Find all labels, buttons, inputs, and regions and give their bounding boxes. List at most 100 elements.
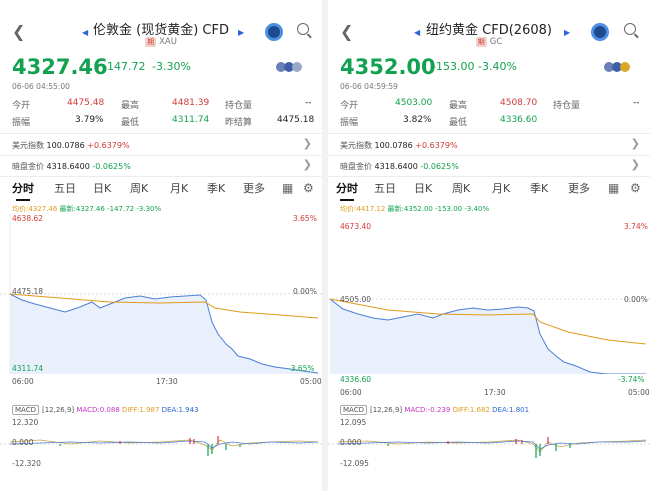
pct-bot-label: -3.74% — [618, 375, 645, 384]
tab-quarterly[interactable]: 季K — [207, 180, 225, 196]
oi-label: 持仓量 — [225, 101, 253, 111]
pct-mid-label: 0.00% — [624, 295, 648, 304]
tab-monthly[interactable]: 月K — [492, 180, 510, 196]
price-change: -147.72 — [103, 60, 146, 73]
open-value: 4503.00 — [395, 98, 433, 108]
last-price: 4352.00 — [340, 55, 436, 79]
price-change-pct: -3.40% — [478, 60, 517, 73]
quote-time: 06-06 04:55:00 — [12, 82, 70, 91]
dark-gold-row[interactable]: 暗盘金价 4318.6400 -0.0625% — [340, 161, 459, 172]
macd-legend[interactable]: MACD [12,26,9] MACD:-0.239 DIFF:1.682 DEA… — [340, 405, 529, 415]
x-mid-label: 17:30 — [484, 388, 506, 397]
macd-top-label: 12.320 — [12, 418, 39, 427]
tab-5day[interactable]: 五日 — [374, 180, 396, 196]
open-label: 今开 — [340, 101, 359, 111]
x-start-label: 06:00 — [12, 377, 34, 386]
avg-latest-line: 均价:4417.12 最新:4352.00 -153.00 -3.40% — [340, 205, 490, 213]
period-tabs: 分时 五日 日K 周K 月K 季K 更多 ▦ ⚙ — [0, 180, 322, 201]
avg-latest-line: 均价:4327.46 最新:4327.46 -147.72 -3.30% — [12, 205, 162, 213]
y-top-label: 4673.40 — [340, 222, 372, 231]
usd-index-row[interactable]: 美元指数 100.0786 +0.6379% — [340, 140, 458, 151]
left-quote-panel: ❮ ◀ 伦敦金 (现货黄金) CFD 期 XAU ▶ 4327.46 -147.7… — [0, 0, 322, 491]
oi-value: -- — [305, 98, 312, 108]
chevron-right-icon[interactable]: ❯ — [631, 137, 640, 150]
price-change-pct: -3.30% — [152, 60, 191, 73]
y-top-label: 4638.62 — [12, 214, 44, 223]
search-icon[interactable] — [624, 23, 636, 35]
next-icon[interactable]: ▶ — [238, 28, 244, 37]
search-icon[interactable] — [297, 23, 309, 35]
avatar-group-icon[interactable] — [276, 62, 306, 72]
macd-chart — [0, 436, 322, 456]
settings-icon[interactable]: ⚙ — [630, 181, 641, 195]
low-value: 4336.60 — [500, 115, 538, 125]
open-value: 4475.48 — [67, 98, 105, 108]
low-value: 4311.74 — [172, 115, 210, 125]
x-end-label: 05:00 — [300, 377, 322, 386]
low-label: 最低 — [121, 118, 140, 128]
x-mid-label: 17:30 — [156, 377, 178, 386]
futures-tag: 期 — [475, 37, 487, 47]
tab-daily[interactable]: 日K — [414, 180, 432, 196]
grid-icon[interactable]: ▦ — [608, 181, 619, 195]
last-price: 4327.46 — [12, 55, 108, 79]
macd-legend[interactable]: MACD [12,26,9] MACD:0.088 DIFF:1.987 DEA:… — [12, 405, 199, 415]
pct-bot-label: -3.65% — [288, 364, 315, 373]
grid-icon[interactable]: ▦ — [282, 181, 293, 195]
header: ❮ ◀ 伦敦金 (现货黄金) CFD 期 XAU ▶ — [0, 0, 322, 54]
open-label: 今开 — [12, 101, 31, 111]
high-label: 最高 — [449, 101, 468, 111]
dark-gold-row[interactable]: 暗盘金价 4318.6400 -0.0625% — [12, 161, 131, 172]
period-tabs: 分时 五日 日K 周K 月K 季K 更多 ▦ ⚙ — [328, 180, 650, 201]
y-bot-label: 4311.74 — [12, 364, 44, 373]
chevron-right-icon[interactable]: ❯ — [303, 137, 312, 150]
chevron-right-icon[interactable]: ❯ — [631, 158, 640, 171]
tab-quarterly[interactable]: 季K — [530, 180, 548, 196]
macd-chart — [328, 437, 650, 458]
tab-intraday[interactable]: 分时 — [12, 180, 34, 201]
tab-daily[interactable]: 日K — [93, 180, 111, 196]
prev-settle-value: 4475.18 — [277, 115, 315, 125]
chevron-right-icon[interactable]: ❯ — [303, 158, 312, 171]
oi-label: 持仓量 — [553, 101, 581, 111]
price-chart — [0, 214, 322, 374]
y-mid-label: 4505.00 — [340, 295, 372, 304]
amplitude-value: 3.79% — [75, 115, 104, 125]
amplitude-label: 振幅 — [340, 118, 359, 128]
tab-more[interactable]: 更多 — [243, 180, 265, 196]
pct-top-label: 3.65% — [293, 214, 317, 223]
app-logo-icon[interactable] — [591, 23, 609, 41]
next-icon[interactable]: ▶ — [564, 28, 570, 37]
y-bot-label: 4336.60 — [340, 375, 372, 384]
tab-weekly[interactable]: 周K — [452, 180, 470, 196]
macd-mid-label: 0.000 — [12, 438, 34, 447]
prev-settle-label: 昨结算 — [225, 118, 253, 128]
pct-top-label: 3.74% — [624, 222, 648, 231]
avatar-group-icon[interactable] — [604, 62, 634, 72]
settings-icon[interactable]: ⚙ — [303, 181, 314, 195]
tab-5day[interactable]: 五日 — [54, 180, 76, 196]
oi-value: -- — [633, 98, 640, 108]
macd-bot-label: -12.320 — [12, 459, 41, 468]
amplitude-label: 振幅 — [12, 118, 31, 128]
usd-index-row[interactable]: 美元指数 100.0786 +0.6379% — [12, 140, 130, 151]
pct-mid-label: 0.00% — [293, 287, 317, 296]
price-change: -153.00 — [432, 60, 475, 73]
high-label: 最高 — [121, 101, 140, 111]
app-logo-icon[interactable] — [265, 23, 283, 41]
tab-more[interactable]: 更多 — [568, 180, 590, 196]
tab-weekly[interactable]: 周K — [130, 180, 148, 196]
right-quote-panel: ❮ ◀ 纽约黄金 CFD(2608) 期 GC ▶ 4352.00 -153.00… — [328, 0, 650, 491]
macd-top-label: 12.095 — [340, 418, 367, 427]
y-mid-label: 4475.18 — [12, 287, 44, 296]
x-start-label: 06:00 — [340, 388, 362, 397]
high-value: 4481.39 — [172, 98, 210, 108]
x-end-label: 05:00 — [628, 388, 650, 397]
tab-intraday[interactable]: 分时 — [336, 180, 358, 201]
header: ❮ ◀ 纽约黄金 CFD(2608) 期 GC ▶ — [328, 0, 650, 54]
amplitude-value: 3.82% — [403, 115, 432, 125]
futures-tag: 期 — [145, 37, 157, 47]
high-value: 4508.70 — [500, 98, 538, 108]
price-chart — [328, 298, 650, 374]
tab-monthly[interactable]: 月K — [170, 180, 188, 196]
